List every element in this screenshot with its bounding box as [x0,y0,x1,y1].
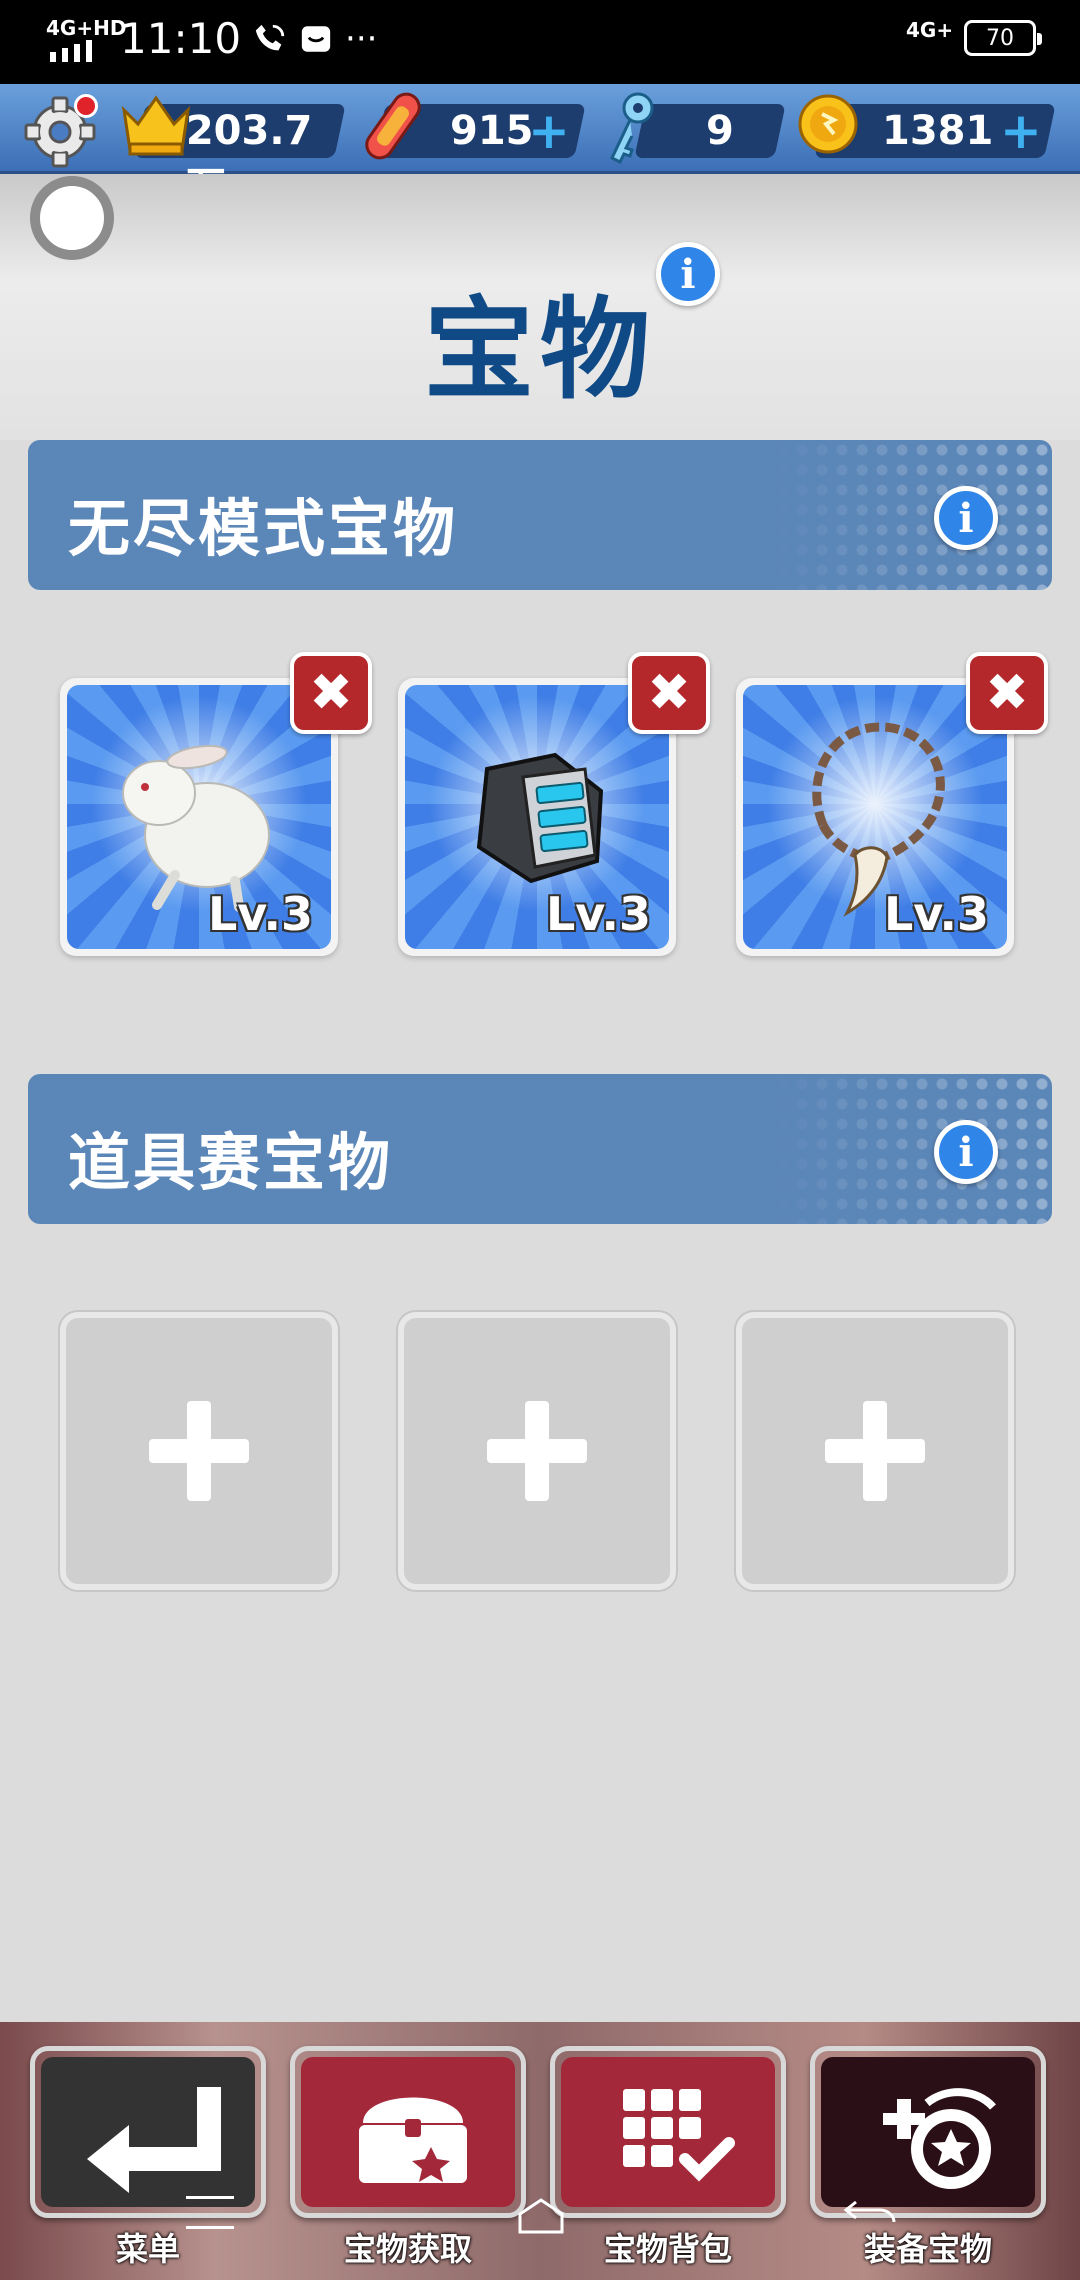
more-notifications: ··· [345,18,378,59]
resource-bar: 203.7万 915 + 9 1381 + [0,84,1080,210]
crown-icon [121,95,191,156]
plus-icon [487,1401,587,1501]
coin-icon [798,94,858,154]
close-icon: ✖ [647,663,691,723]
endless-treasure-header: 无尽模式宝物 [28,440,1052,590]
add-boards-button[interactable]: + [528,102,570,160]
obtain-treasure-label: 宝物获取 [343,2230,472,2268]
battery-icon: 70 [964,20,1042,56]
signal-icon: 4G+HD [46,16,126,62]
item-race-treasure-label: 道具赛宝物 [68,1126,394,1199]
treasure-level: Lv.3 [883,887,989,941]
endless-treasure-label: 无尽模式宝物 [68,492,459,565]
info-icon: i [958,494,974,542]
treasure-bag-button[interactable] [550,2046,786,2218]
plus-icon [149,1401,249,1501]
remove-ring-button[interactable]: ✖ [628,652,710,734]
equip-treasure-button[interactable] [810,2046,1046,2218]
treasure-level: Lv.3 [207,887,313,941]
remove-rabbit-button[interactable]: ✖ [290,652,372,734]
info-icon: i [958,1128,974,1176]
status-right: 4G+ 70 [906,18,1042,58]
message-icon [301,25,331,52]
menu-label: 菜单 [115,2230,180,2268]
dot-pattern [772,440,1052,590]
network-type-label: 4G+HD [46,15,127,40]
system-back-icon[interactable] [842,2196,898,2236]
status-bar: 4G+HD 11:10 ··· 4G+ 70 [0,0,1080,84]
hoverboard-icon [365,92,421,160]
coin-value: 1381 [882,108,994,154]
screen-record-button[interactable] [30,176,114,260]
notification-dot [74,94,98,118]
treasure-bag-label: 宝物背包 [603,2230,732,2268]
empty-treasure-slot[interactable] [398,1312,676,1590]
empty-treasure-slot[interactable] [736,1312,1014,1590]
system-home-icon[interactable] [516,2196,566,2236]
obtain-treasure-button[interactable] [290,2046,526,2218]
info-icon: i [680,250,696,298]
battery-level: 70 [986,25,1014,51]
equip-medal-icon [883,2088,996,2189]
menu-button[interactable] [30,2046,266,2218]
dot-pattern [772,1074,1052,1224]
board-value: 915 [450,108,534,154]
item-race-info-button[interactable]: i [934,1120,998,1184]
grid-check-icon [623,2089,735,2182]
remove-necklace-button[interactable]: ✖ [966,652,1048,734]
item-race-treasure-header: 道具赛宝物 [28,1074,1052,1224]
close-icon: ✖ [309,663,353,723]
key-value: 9 [706,108,734,154]
endless-info-button[interactable]: i [934,486,998,550]
settings-button[interactable] [22,92,98,168]
return-arrow-icon [87,2087,221,2193]
plus-icon [825,1401,925,1501]
status-left: 4G+HD 11:10 ··· [46,14,377,63]
phone-call-icon [255,24,285,50]
empty-treasure-slot[interactable] [60,1312,338,1590]
system-menu-gesture[interactable] [186,2196,234,2199]
clock: 11:10 [120,14,242,63]
network-indicator: 4G+ [906,18,954,42]
page-title: 宝物 [424,286,656,414]
add-coins-button[interactable]: + [1000,102,1042,160]
treasure-level: Lv.3 [545,887,651,941]
system-menu-gesture-2 [186,2226,234,2229]
key-icon [610,92,654,165]
treasure-chest-icon [359,2097,467,2183]
close-icon: ✖ [985,663,1029,723]
title-info-button[interactable]: i [656,242,720,306]
